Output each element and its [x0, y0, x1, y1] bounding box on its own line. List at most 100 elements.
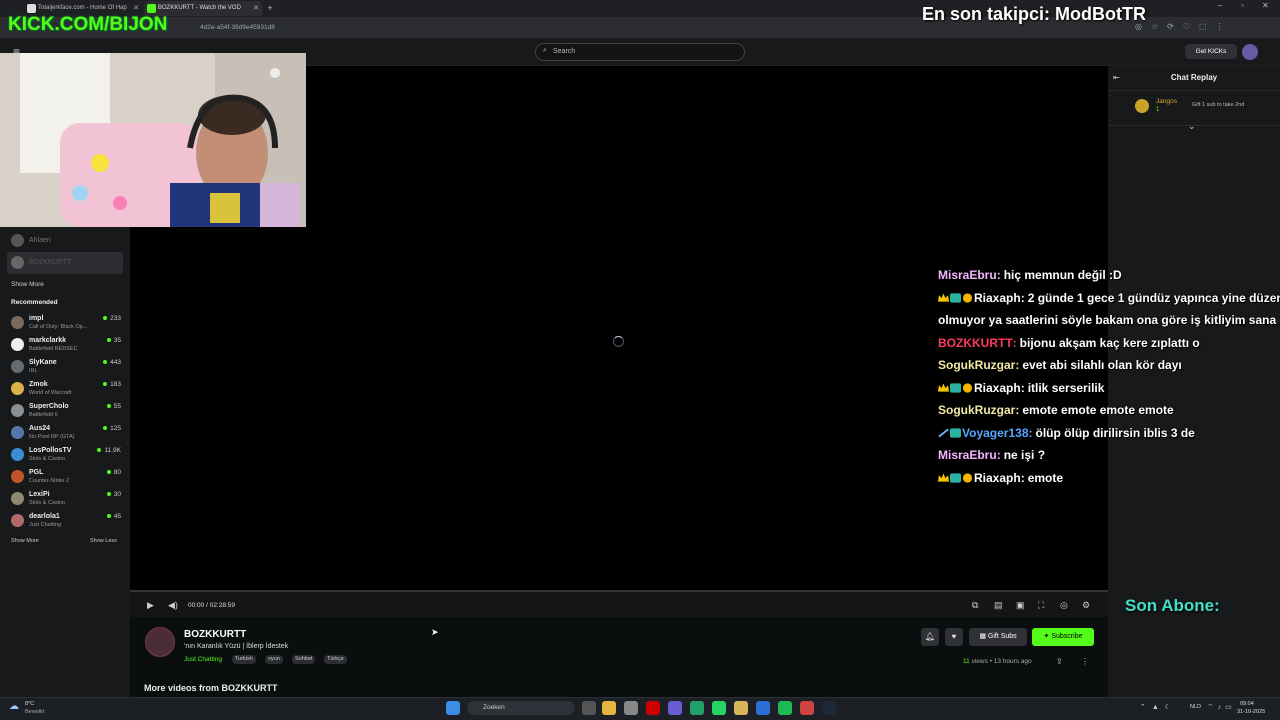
chat-text: evet abi silahlı olan kör dayı — [1022, 358, 1182, 372]
chat-username: BOZKKURTT — [938, 335, 1013, 350]
new-tab-button[interactable]: + — [264, 1, 276, 16]
sidebar-item-slykane[interactable]: SlyKane IRL 443 — [0, 356, 130, 378]
chat-colon: : — [1015, 358, 1020, 372]
gifter-badge-icon — [1135, 99, 1149, 113]
get-kicks-button[interactable]: Get KICKs — [1185, 44, 1237, 59]
steam-icon[interactable] — [822, 701, 836, 715]
viewer-count: 80 — [107, 469, 121, 476]
edge-icon[interactable] — [690, 701, 704, 715]
chat-username: Riaxaph — [974, 290, 1021, 305]
sidebar-item-dearlola1[interactable]: dearlola1 Just Chatting 45 — [0, 510, 130, 532]
sidebar-following-item-active[interactable]: BOZKKURTT — [7, 252, 123, 274]
notes-icon[interactable] — [734, 701, 748, 715]
tag[interactable]: oyun — [265, 655, 283, 664]
file-explorer-icon[interactable] — [602, 701, 616, 715]
chat-message: BOZKKURTT: bijonu akşam kaç kere zıplattı… — [938, 336, 1280, 359]
theater-icon[interactable]: ⧉ — [972, 600, 978, 611]
speed-icon[interactable]: ◎ — [1060, 600, 1068, 611]
sidebar-item-lexipi[interactable]: LexiPi Slots & Casino 30 — [0, 488, 130, 510]
channel-name[interactable]: BOZKKURTT — [184, 629, 246, 640]
kick-icon — [147, 4, 156, 13]
tag[interactable]: Turkish — [232, 655, 256, 664]
task-view-icon[interactable] — [582, 701, 596, 715]
notification-bell-icon[interactable]: 🔔︎ — [921, 628, 939, 646]
pip-icon[interactable]: ▣ — [1016, 600, 1025, 611]
share-icon[interactable]: ⇪ — [1056, 657, 1063, 666]
channel-game: World of Warcraft — [29, 390, 72, 396]
sidebar-item-supercholo[interactable]: SuperCholo Battlefield 6 55 — [0, 400, 130, 422]
follow-heart-icon[interactable]: ♥ — [945, 628, 963, 646]
player-controls — [130, 590, 1108, 617]
clip-icon[interactable]: ▤ — [994, 600, 1003, 611]
search-input[interactable]: ⌕ Search — [535, 43, 745, 61]
chat-colon: : — [1020, 470, 1025, 485]
time-ago: 13 hours ago — [993, 658, 1032, 665]
start-icon[interactable] — [446, 701, 460, 715]
tag[interactable]: Sohbet — [292, 655, 316, 664]
netflix-icon[interactable] — [646, 701, 660, 715]
discord-icon[interactable] — [668, 701, 682, 715]
chat-colon: : — [1028, 425, 1033, 440]
channel-name: SuperCholo — [29, 403, 69, 410]
settings-icon[interactable]: ⚙ — [1082, 600, 1090, 611]
minimize-icon[interactable]: – — [1218, 1, 1222, 10]
channel-name: LexiPi — [29, 491, 50, 498]
spotify-icon[interactable] — [778, 701, 792, 715]
get-kicks-label: Get KICKs — [1195, 48, 1227, 55]
sidebar-item-markclarkk[interactable]: markclarkk Battlefield REDSEC 35 — [0, 334, 130, 356]
fullscreen-icon[interactable]: ⛶ — [1038, 600, 1044, 611]
viewer-count: 233 — [103, 315, 121, 322]
taskbar-search[interactable]: Zoeken — [467, 701, 575, 715]
play-icon[interactable]: ▶ — [147, 600, 154, 611]
search-placeholder: Search — [553, 48, 576, 55]
volume-icon[interactable]: ◀) — [168, 600, 178, 611]
app-icon[interactable] — [800, 701, 814, 715]
gift-badge-icon — [962, 382, 973, 393]
whatsapp-icon[interactable] — [712, 701, 726, 715]
clock-date[interactable]: 31-10-2025 — [1237, 709, 1265, 715]
show-more-link[interactable]: Show More — [11, 538, 39, 544]
subscriber-badge-icon — [950, 382, 961, 393]
maximize-icon[interactable]: ▫ — [1241, 1, 1244, 10]
tag[interactable]: Türkçe — [324, 655, 347, 664]
channel-avatar[interactable] — [145, 627, 175, 657]
sidebar-item-zmok[interactable]: Zmok World of Warcraft 183 — [0, 378, 130, 400]
view-stats: 11 views • 13 hours ago — [963, 658, 1032, 665]
pinned-count: 1 — [1156, 107, 1160, 113]
clock-time[interactable]: 09:04 — [1240, 701, 1254, 707]
avatar[interactable] — [1242, 44, 1258, 60]
app-icon[interactable] — [624, 701, 638, 715]
more-videos-heading: More videos from BOZKKURTT — [144, 683, 278, 693]
channel-game: No Pixel RP (GTA) — [29, 434, 75, 440]
language-indicator[interactable]: NLD — [1190, 704, 1201, 710]
browser-toolbar-icons[interactable]: ◎☆⟳♡⬚⋮ — [1135, 22, 1265, 34]
system-tray-icons[interactable]: ⌃▲☾ — [1140, 703, 1177, 711]
chat-colon: : — [1015, 403, 1020, 417]
show-more-link[interactable]: Show More — [11, 281, 44, 288]
channel-avatar — [11, 316, 24, 329]
sidebar-item-lospollostv[interactable]: LosPollosTV Slots & Casino 11.9K — [0, 444, 130, 466]
close-icon[interactable]: ✕ — [253, 1, 259, 16]
sidebar-following-item[interactable]: Ahlaeri — [0, 230, 130, 252]
sidebar-item-aus24[interactable]: Aus24 No Pixel RP (GTA) 125 — [0, 422, 130, 444]
subscribe-button[interactable]: ✦ Subscribe — [1032, 628, 1094, 646]
expand-icon[interactable]: ⌄ — [1188, 121, 1196, 132]
seek-bar[interactable] — [130, 590, 1108, 592]
category-link[interactable]: Just Chatting — [184, 656, 222, 663]
weather-icon[interactable]: ☁ — [9, 701, 19, 712]
channel-game: Call of Duty: Black Op... — [29, 324, 88, 330]
show-less-link[interactable]: Show Less — [90, 538, 117, 544]
chat-text: olmuyor ya saatlerini söyle bakam ona gö… — [938, 313, 1280, 327]
sidebar-item-impl[interactable]: impl Call of Duty: Black Op... 233 — [0, 312, 130, 334]
sidebar-item-pgl[interactable]: PGL Counter-Strike 2 80 — [0, 466, 130, 488]
viewer-count: 443 — [103, 359, 121, 366]
close-window-icon[interactable]: ✕ — [1262, 1, 1269, 10]
subscriber-badge-icon — [950, 292, 961, 303]
network-volume-icons[interactable]: ⌔♪▭ — [1207, 703, 1236, 712]
channel-game: Counter-Strike 2 — [29, 478, 70, 484]
address-bar[interactable]: 4d2e-a54f-39d9e45931d8 — [200, 20, 275, 35]
more-options-icon[interactable]: ⋮ — [1081, 657, 1089, 666]
active-app-icon[interactable] — [756, 701, 770, 715]
gift-subs-button[interactable]: ▦ Gift Subs — [969, 628, 1027, 646]
chat-text: itlik serserilik — [1027, 380, 1105, 395]
